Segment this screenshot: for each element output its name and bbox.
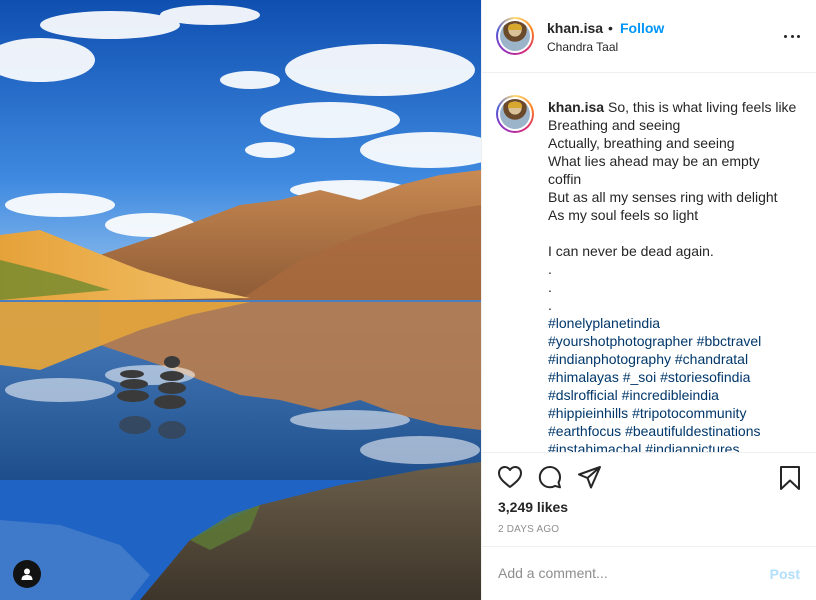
- username-link[interactable]: khan.isa: [547, 20, 603, 36]
- share-icon[interactable]: [577, 465, 603, 492]
- location-link[interactable]: Chandra Taal: [547, 40, 618, 54]
- hashtag-link[interactable]: #dslrofficial: [548, 387, 618, 403]
- post-comment-button[interactable]: Post: [770, 566, 800, 582]
- comment-icon[interactable]: [537, 465, 563, 492]
- hashtag-link[interactable]: #himalayas: [548, 369, 619, 385]
- post-caption: khan.isa So, this is what living feels li…: [548, 98, 810, 452]
- hashtag-link[interactable]: #indianphotography: [548, 351, 671, 367]
- post-header: khan.isa • Follow Chandra Taal: [482, 0, 816, 73]
- hashtag-link[interactable]: #indianpictures: [645, 441, 739, 452]
- comment-input[interactable]: [498, 565, 748, 581]
- hashtag-link[interactable]: #yourshotphotographer: [548, 333, 693, 349]
- caption-line: I can never be dead again.: [548, 243, 714, 259]
- hashtag-link[interactable]: #_soi: [623, 369, 656, 385]
- hashtag-link[interactable]: #chandratal: [675, 351, 748, 367]
- hashtag-link[interactable]: #storiesofindia: [660, 369, 750, 385]
- caption-line: Breathing and seeing: [548, 117, 681, 133]
- hashtag-link[interactable]: #bbctravel: [697, 333, 762, 349]
- more-options-icon[interactable]: [784, 28, 800, 44]
- caption-username[interactable]: khan.isa: [548, 99, 604, 115]
- caption-line: .: [548, 279, 552, 295]
- comments-area[interactable]: khan.isa So, this is what living feels li…: [482, 74, 816, 452]
- bookmark-icon[interactable]: [778, 465, 802, 494]
- caption-line: .: [548, 297, 552, 313]
- post-photo[interactable]: [0, 0, 481, 600]
- hashtag-link[interactable]: #beautifuldestinations: [625, 423, 760, 439]
- heart-icon[interactable]: [497, 465, 523, 492]
- avatar[interactable]: [496, 17, 534, 55]
- follow-button[interactable]: Follow: [620, 20, 664, 36]
- hashtag-link[interactable]: #earthfocus: [548, 423, 621, 439]
- likes-count[interactable]: 3,249 likes: [498, 499, 568, 515]
- hashtag-link[interactable]: #lonelyplanetindia: [548, 315, 660, 331]
- caption-line: So, this is what living feels like: [608, 99, 797, 115]
- hashtag-link[interactable]: #tripotocommunity: [632, 405, 746, 421]
- caption-line: .: [548, 261, 552, 277]
- add-comment-section: Post: [482, 546, 816, 600]
- post-timestamp[interactable]: 2 DAYS AGO: [498, 524, 559, 535]
- hashtag-link[interactable]: #instahimachal: [548, 441, 641, 452]
- hashtag-link[interactable]: #incredibleindia: [622, 387, 719, 403]
- caption-line: But as all my senses ring with delight: [548, 189, 778, 205]
- user-tag-icon[interactable]: [13, 560, 41, 588]
- landscape-image: [0, 0, 481, 600]
- post-details-panel: khan.isa • Follow Chandra Taal khan.isa S…: [481, 0, 816, 600]
- caption-line: What lies ahead may be an empty: [548, 153, 760, 169]
- post-actions: 3,249 likes 2 DAYS AGO: [482, 452, 816, 546]
- caption-avatar[interactable]: [496, 95, 534, 133]
- caption-line: coffin: [548, 171, 582, 187]
- caption-line: As my soul feels so light: [548, 207, 699, 223]
- separator-dot: •: [608, 20, 613, 36]
- caption-line: Actually, breathing and seeing: [548, 135, 735, 151]
- hashtag-link[interactable]: #hippieinhills: [548, 405, 628, 421]
